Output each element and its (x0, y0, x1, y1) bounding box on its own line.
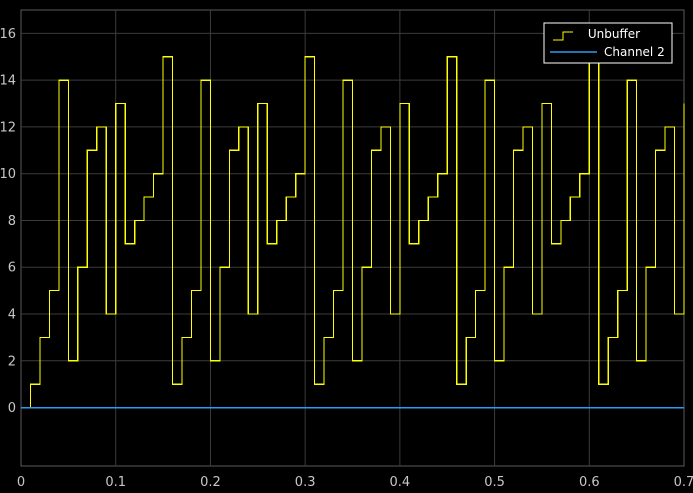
scope-chart: 0 0.1 0.2 0.3 0.4 0.5 0.6 0.7 0 2 4 6 8 10 12 14 16 Unb… (0, 0, 693, 493)
x-tick-label: 0.5 (484, 475, 505, 490)
x-tick-label: 0.3 (295, 475, 316, 490)
x-tick-label: 0.2 (200, 475, 221, 490)
x-tick-label: 0.6 (579, 475, 600, 490)
y-tick-label: 6 (8, 261, 16, 276)
legend-label-unbuffer: Unbuffer (588, 27, 640, 41)
y-tick-label: 10 (0, 167, 16, 182)
x-tick-label: 0.1 (105, 475, 126, 490)
y-tick-label: 14 (0, 74, 16, 89)
legend[interactable]: Unbuffer Channel 2 (543, 22, 673, 64)
x-tick-label: 0 (17, 475, 25, 490)
plot-area: 0 0.1 0.2 0.3 0.4 0.5 0.6 0.7 0 2 4 6 8 10 12 14 16 (0, 9, 693, 490)
y-tick-label: 16 (0, 27, 16, 42)
y-tick-label: 8 (8, 214, 16, 229)
y-tick-label: 0 (8, 401, 16, 416)
x-tick-label: 0.7 (674, 475, 693, 490)
y-tick-label: 2 (8, 354, 16, 369)
y-tick-label: 12 (0, 120, 16, 135)
x-tick-label: 0.4 (390, 475, 411, 490)
y-tick-label: 4 (8, 308, 16, 323)
legend-label-channel-2: Channel 2 (604, 45, 665, 59)
